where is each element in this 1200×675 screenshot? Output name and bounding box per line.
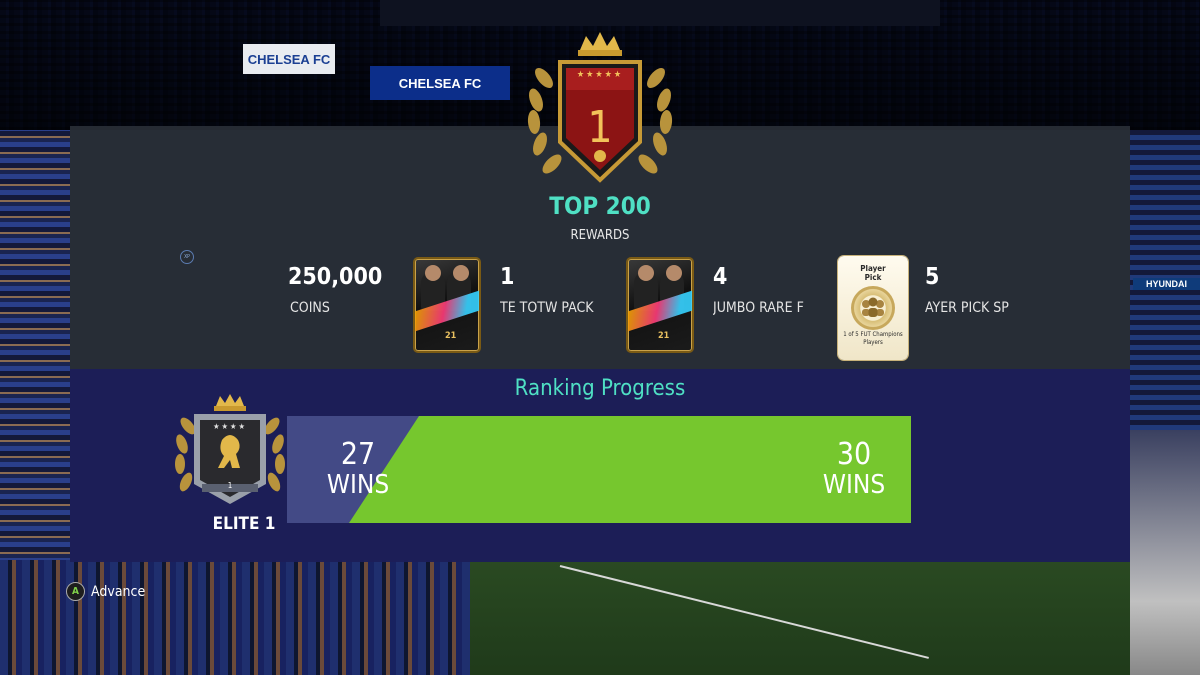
stadium-sign-right: HYUNDAI <box>1133 278 1200 290</box>
stand-roof <box>380 0 940 26</box>
reward-quantity: 5 <box>925 264 940 290</box>
advance-button[interactable]: A Advance <box>66 582 145 601</box>
division-stars: ★★★★ <box>213 422 247 431</box>
right-crowd <box>1130 430 1200 675</box>
reward-totw-pack: 1 TE TOTW PACK <box>500 264 610 316</box>
reward-jumbo-rare-pack: 4 JUMBO RARE F <box>713 264 813 316</box>
target-wins-count: 30 <box>836 437 872 472</box>
reward-name: COINS <box>290 300 330 316</box>
lower-crowd <box>0 560 470 675</box>
tier-title: TOP 200 <box>549 192 651 220</box>
reward-name: AYER PICK SP <box>925 300 1009 316</box>
pack-rating: 21 <box>658 331 670 341</box>
pick-title-line1: Player <box>860 264 886 273</box>
elite-crest-icon <box>175 394 285 504</box>
current-wins-count: 27 <box>340 437 376 472</box>
pack-card-icon: 21 <box>415 259 479 351</box>
tier-subtitle: REWARDS <box>570 228 630 243</box>
reward-quantity: 4 <box>713 264 728 290</box>
player-pick-card-icon: Player Pick 1 of 5 FUT Champions Players <box>838 256 908 360</box>
rank-number: 1 <box>587 102 613 153</box>
target-wins-label: WINS <box>822 470 886 500</box>
target-wins: 30 WINS <box>814 437 894 501</box>
division-badge: ★★★★ 1 <box>172 392 288 510</box>
current-wins-label: WINS <box>326 470 390 500</box>
reward-quantity: 250,000 <box>288 264 383 290</box>
reward-player-pick: 5 AYER PICK SP <box>925 264 1020 316</box>
reward-coins: 250,000 COINS <box>288 264 382 316</box>
reward-name: JUMBO RARE F <box>713 300 804 316</box>
pack-card-icon: 21 <box>628 259 692 351</box>
current-wins: 27 WINS <box>318 437 398 501</box>
reward-quantity: 1 <box>500 264 515 290</box>
a-button-icon: A <box>66 582 85 601</box>
stadium-sign-left: CHELSEA FC <box>243 44 335 74</box>
advance-label: Advance <box>91 583 146 600</box>
stadium-sign-center: CHELSEA FC <box>370 66 510 100</box>
rank-stars: ★★★★★ <box>576 70 624 80</box>
pitch <box>470 560 1130 675</box>
pick-subtitle-line1: 1 of 5 FUT Champions <box>843 331 903 338</box>
xp-icon: XP <box>180 250 194 264</box>
pick-subtitle-line2: Players <box>863 339 883 346</box>
player-group-icon <box>851 286 895 330</box>
rank-badge: ★★★★★ 1 <box>522 30 678 190</box>
reward-name: TE TOTW PACK <box>500 300 594 316</box>
division-number: 1 <box>227 481 233 490</box>
pick-title-line2: Pick <box>864 273 882 282</box>
pack-rating: 21 <box>445 331 457 341</box>
